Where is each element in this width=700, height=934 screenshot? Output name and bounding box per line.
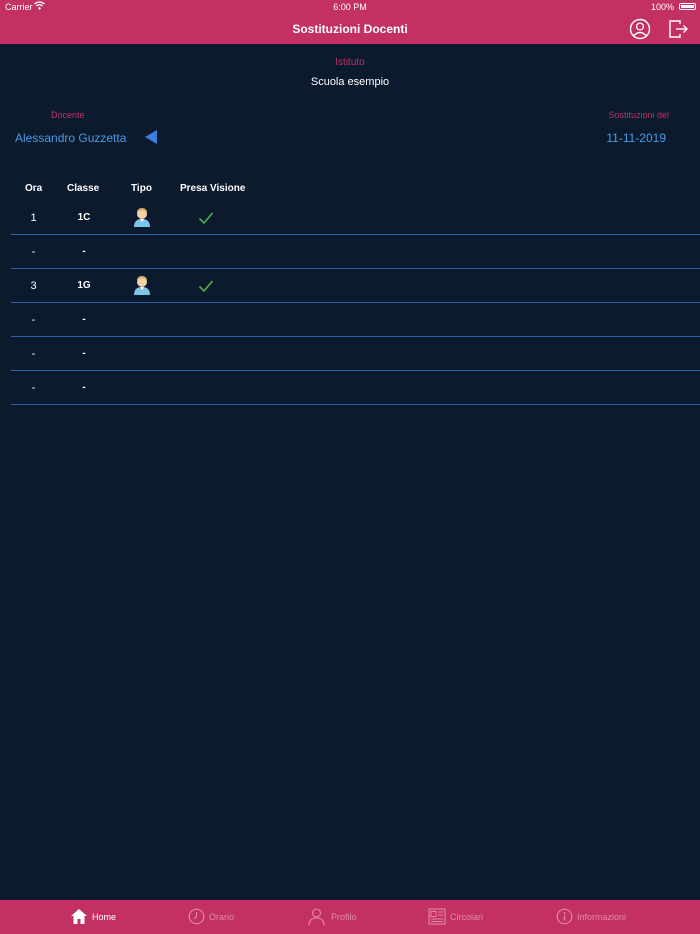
row-classe: 1C [77, 212, 91, 223]
user-icon [308, 908, 325, 926]
status-time: 6:00 PM [333, 2, 367, 12]
istituto-label: Istituto [335, 57, 365, 68]
teacher-icon [133, 207, 151, 227]
row-ora: - [31, 348, 36, 360]
tab-profilo[interactable]: Profilo [308, 900, 370, 934]
logout-button[interactable] [667, 18, 689, 40]
docente-arrow-button[interactable] [145, 130, 157, 149]
date-label: Sostituzioni del [608, 110, 669, 120]
tab-informazioni[interactable]: Informazioni [556, 900, 636, 934]
docente-selector[interactable]: Alessandro Guzzetta [15, 131, 126, 145]
teacher-icon [133, 275, 151, 295]
tab-label: Profilo [331, 912, 357, 922]
info-icon [556, 908, 573, 925]
tab-label: Circolari [450, 912, 484, 922]
header-presa-visione: Presa Visione [180, 183, 246, 194]
row-ora: - [31, 246, 36, 258]
table-row[interactable]: - - [11, 235, 700, 269]
table-row[interactable]: 1 1C [11, 201, 700, 235]
tab-label: Orario [209, 912, 235, 922]
tab-label: Home [92, 912, 117, 922]
docente-label: Docente [51, 110, 85, 120]
row-classe: - [82, 382, 86, 393]
table-row[interactable]: - - [11, 337, 700, 371]
row-classe: - [82, 348, 86, 359]
tab-circolari[interactable]: Circolari [428, 900, 496, 934]
tab-bar: Home Orario Profilo Circolari Informazio… [0, 900, 700, 934]
row-classe: - [82, 314, 86, 325]
tab-label: Informazioni [577, 912, 627, 922]
row-classe: 1G [77, 280, 91, 291]
triangle-left-icon [145, 130, 157, 144]
header-tipo: Tipo [131, 183, 152, 194]
page-title: Sostituzioni Docenti [292, 22, 408, 36]
istituto-value: Scuola esempio [310, 76, 390, 88]
header-classe: Classe [67, 183, 100, 194]
battery-percentage: 100% [650, 2, 674, 12]
date-selector[interactable]: 11-11-2019 [606, 131, 666, 145]
tab-orario[interactable]: Orario [188, 900, 248, 934]
row-ora: - [31, 382, 36, 394]
check-icon [198, 210, 214, 226]
logout-icon [669, 20, 688, 38]
table-row[interactable]: - - [11, 303, 700, 337]
user-circle-icon [629, 18, 651, 40]
check-icon [198, 278, 214, 294]
nav-bar: Sostituzioni Docenti [0, 14, 700, 44]
newspaper-icon [428, 908, 446, 925]
row-ora: 3 [30, 280, 37, 292]
substitutions-table: 1 1C - - 3 1G - - - - - - [11, 201, 700, 405]
header-ora: Ora [25, 183, 43, 194]
tab-home[interactable]: Home [70, 900, 130, 934]
row-ora: - [31, 314, 36, 326]
clock-icon [188, 908, 205, 925]
table-header: Ora Classe Tipo Presa Visione [0, 183, 700, 197]
profile-button[interactable] [629, 18, 651, 40]
row-classe: - [82, 246, 86, 257]
table-row[interactable]: - - [11, 371, 700, 405]
home-icon [71, 909, 87, 924]
table-row[interactable]: 3 1G [11, 269, 700, 303]
battery-icon [679, 3, 696, 10]
status-bar: Carrier 6:00 PM 100% [0, 0, 700, 14]
row-ora: 1 [30, 212, 37, 224]
